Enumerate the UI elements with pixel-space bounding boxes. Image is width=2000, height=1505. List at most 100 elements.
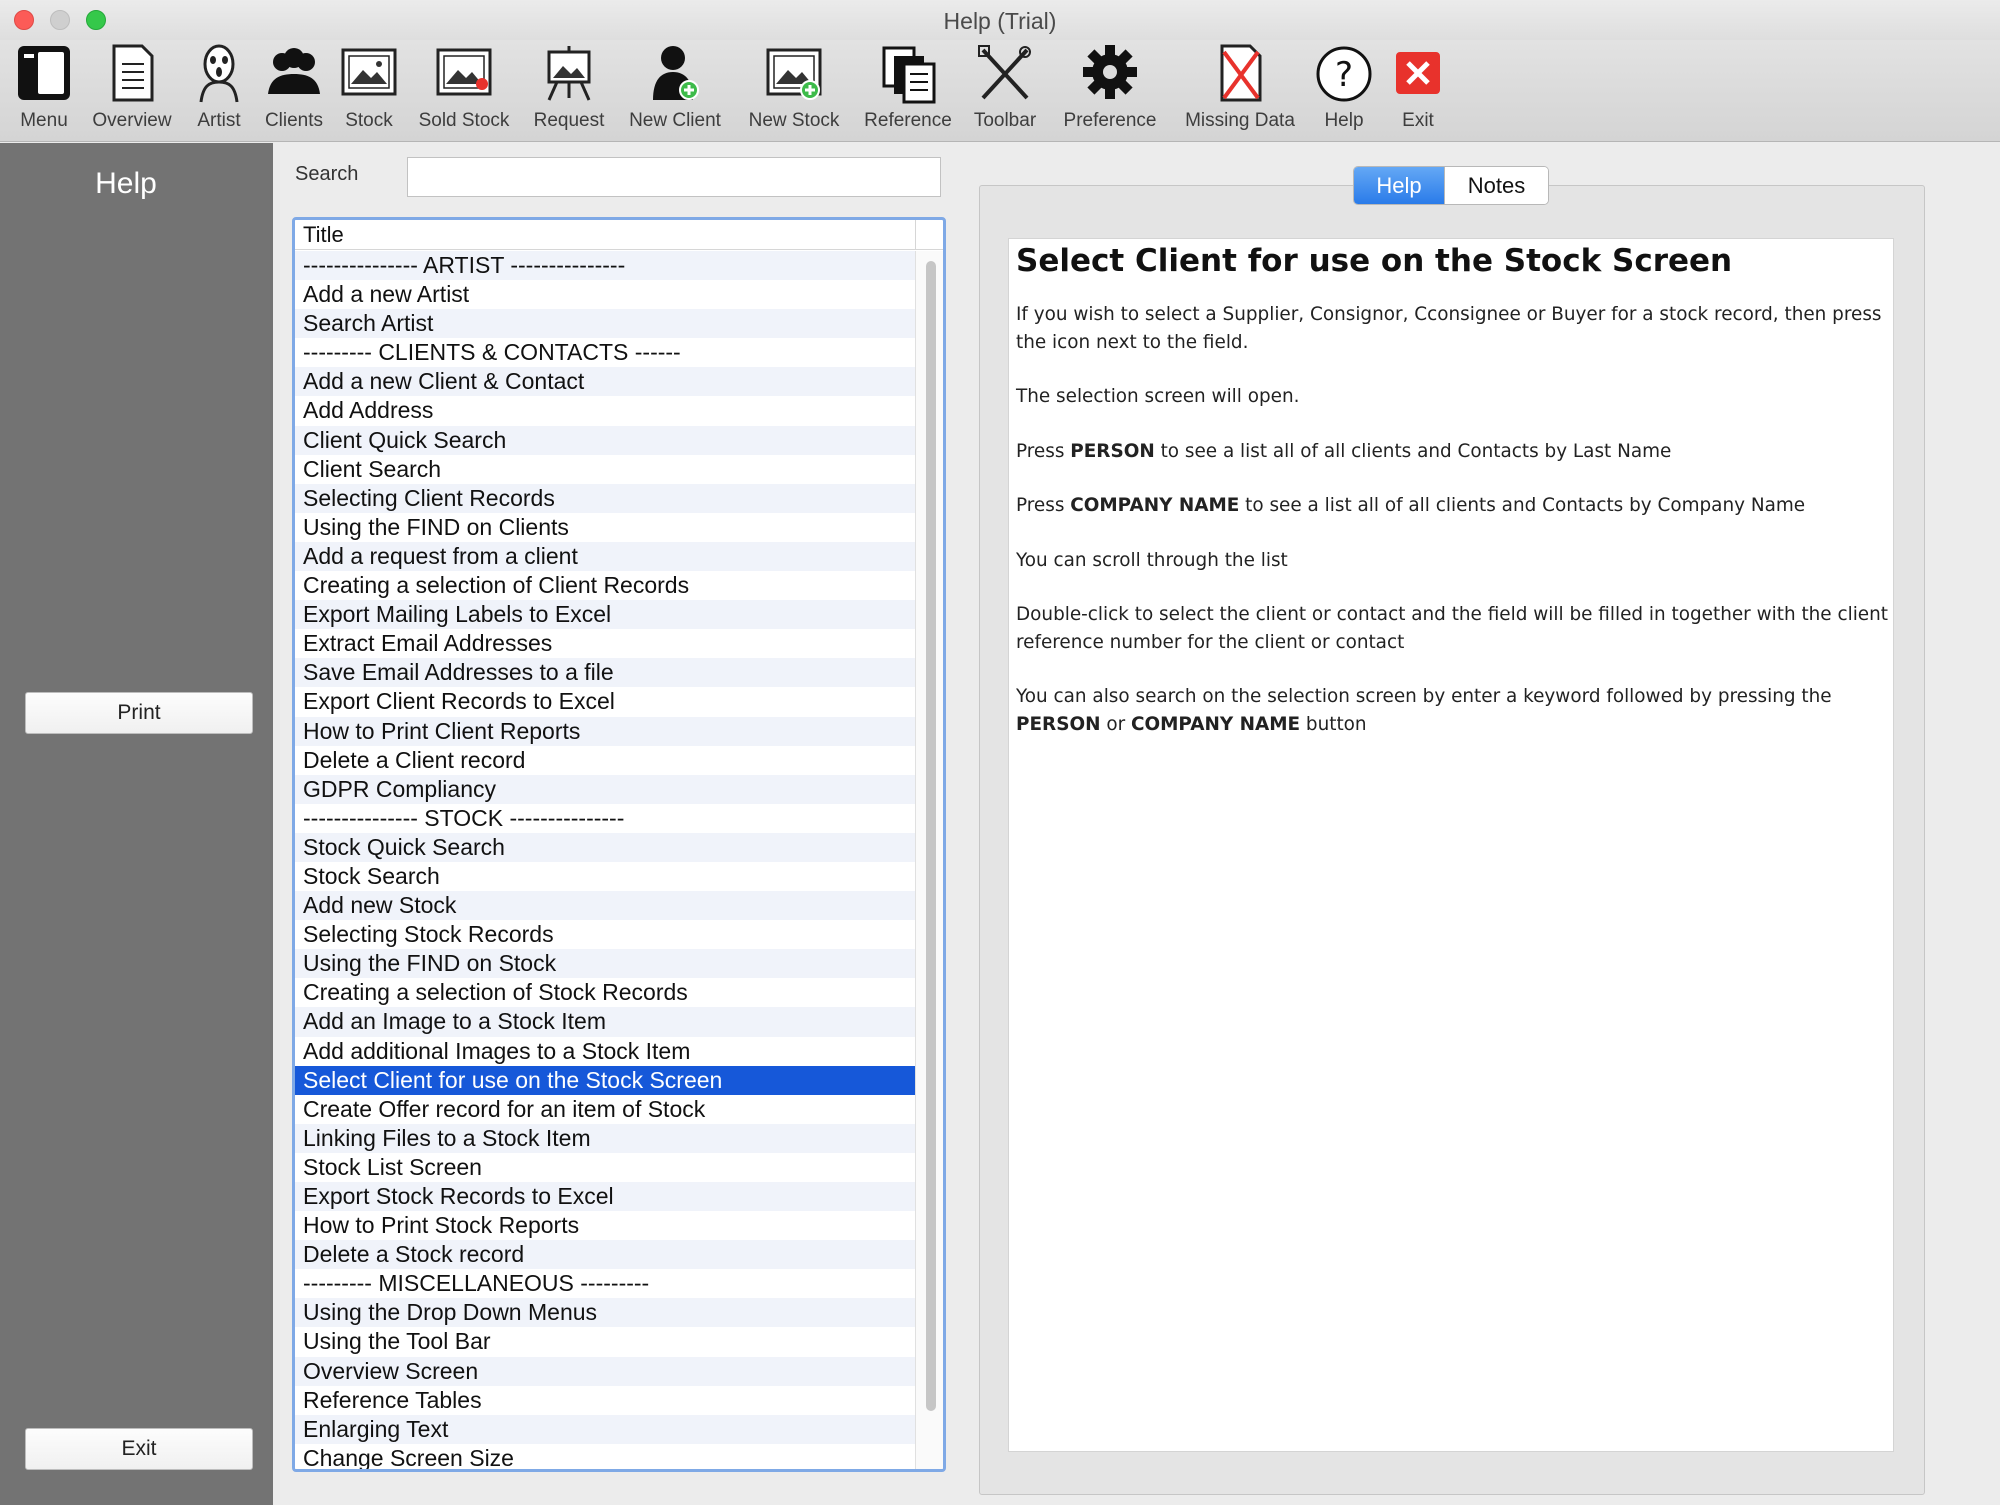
list-item[interactable]: Add additional Images to a Stock Item (295, 1036, 915, 1066)
document-icon (100, 42, 164, 104)
gear-icon (1078, 42, 1142, 104)
list-item[interactable]: Linking Files to a Stock Item (295, 1123, 915, 1153)
help-paragraph: Press PERSON to see a list all of all cl… (1016, 440, 1672, 462)
sidebar: Help Print Exit (0, 143, 273, 1505)
tools-icon (973, 42, 1037, 104)
help-paragraph: If you wish to select a Supplier, Consig… (1016, 304, 1882, 353)
toolbar-request-button[interactable]: Request (526, 42, 612, 138)
help-content-title: Select Client for use on the Stock Scree… (1016, 243, 1733, 279)
list-item[interactable]: --------- CLIENTS & CONTACTS ------ (295, 338, 915, 368)
list-item[interactable]: Selecting Client Records (295, 483, 915, 513)
toolbar-menu-button[interactable]: Menu (4, 42, 84, 138)
menu-icon (12, 42, 76, 104)
add-picture-icon (762, 42, 826, 104)
list-item[interactable]: Add an Image to a Stock Item (295, 1007, 915, 1037)
help-paragraph: The selection screen will open. (1016, 386, 1300, 407)
reference-icon (876, 42, 940, 104)
column-header-title[interactable]: Title (295, 220, 915, 250)
help-paragraph: Double-click to select the client or con… (1016, 604, 1888, 653)
list-item[interactable]: Client Search (295, 454, 915, 484)
list-item[interactable]: --------------- STOCK --------------- (295, 803, 915, 833)
list-item[interactable]: Using the Drop Down Menus (295, 1298, 915, 1328)
list-item[interactable]: Change Screen Size (295, 1443, 915, 1469)
list-item[interactable]: Delete a Client record (295, 745, 915, 775)
list-item[interactable]: How to Print Client Reports (295, 716, 915, 746)
list-item[interactable]: Add Address (295, 396, 915, 426)
help-content: Select Client for use on the Stock Scree… (1008, 238, 1894, 1452)
toolbar: Menu Overview Artist Clients Stock Sold … (0, 40, 2000, 142)
list-item[interactable]: --------------- ARTIST --------------- (295, 251, 915, 281)
list-item[interactable]: Reference Tables (295, 1385, 915, 1415)
help-topics-rows: --------------- ARTIST --------------- Ad… (295, 251, 915, 1469)
toolbar-help-button[interactable]: ? Help (1312, 42, 1376, 138)
list-item[interactable]: Add a new Client & Contact (295, 367, 915, 397)
list-item[interactable]: Select Client for use on the Stock Scree… (295, 1065, 915, 1095)
toolbar-reference-button[interactable]: Reference (858, 42, 958, 138)
toolbar-new-stock-button[interactable]: New Stock (738, 42, 850, 138)
toolbar-missing-data-button[interactable]: Missing Data (1176, 42, 1304, 138)
list-item[interactable]: Create Offer record for an item of Stock (295, 1094, 915, 1124)
search-input[interactable] (407, 157, 941, 197)
list-item[interactable]: Enlarging Text (295, 1414, 915, 1444)
toolbar-stock-button[interactable]: Stock (334, 42, 404, 138)
list-item[interactable]: Using the Tool Bar (295, 1327, 915, 1357)
list-item[interactable]: Creating a selection of Stock Records (295, 978, 915, 1008)
help-paragraph: You can also search on the selection scr… (1016, 686, 1832, 735)
list-item[interactable]: Extract Email Addresses (295, 629, 915, 659)
search-label: Search (295, 163, 359, 185)
list-scrollbar[interactable] (915, 251, 943, 1469)
list-item[interactable]: Using the FIND on Stock (295, 949, 915, 979)
easel-icon (537, 42, 601, 104)
svg-text:?: ? (1335, 55, 1353, 95)
list-item[interactable]: Stock Quick Search (295, 832, 915, 862)
list-item[interactable]: Creating a selection of Client Records (295, 571, 915, 601)
missing-data-icon (1208, 42, 1272, 104)
toolbar-sold-stock-button[interactable]: Sold Stock (410, 42, 518, 138)
list-item[interactable]: GDPR Compliancy (295, 774, 915, 804)
people-icon (262, 42, 326, 104)
question-icon: ? (1312, 42, 1376, 104)
toolbar-clients-button[interactable]: Clients (258, 42, 330, 138)
list-item[interactable]: Stock List Screen (295, 1152, 915, 1182)
tab-bar: Help Notes (1353, 166, 1549, 205)
list-item[interactable]: Export Client Records to Excel (295, 687, 915, 717)
add-person-icon (643, 42, 707, 104)
exit-button[interactable]: Exit (25, 1428, 253, 1470)
toolbar-preference-button[interactable]: Preference (1052, 42, 1168, 138)
list-item[interactable]: Search Artist (295, 309, 915, 339)
toolbar-exit-button[interactable]: Exit (1386, 42, 1450, 138)
title-bar: Help (Trial) (0, 0, 2000, 40)
tab-help[interactable]: Help (1354, 167, 1444, 204)
list-item[interactable]: --------- MISCELLANEOUS --------- (295, 1269, 915, 1299)
list-item[interactable]: Overview Screen (295, 1356, 915, 1386)
list-item[interactable]: Add new Stock (295, 891, 915, 921)
window-title: Help (Trial) (943, 8, 1057, 34)
list-item[interactable]: Export Stock Records to Excel (295, 1182, 915, 1212)
toolbar-new-client-button[interactable]: New Client (620, 42, 730, 138)
tab-notes[interactable]: Notes (1444, 167, 1548, 204)
toolbar-overview-button[interactable]: Overview (86, 42, 178, 138)
toolbar-toolbar-button[interactable]: Toolbar (966, 42, 1044, 138)
help-paragraph: Press COMPANY NAME to see a list all of … (1016, 495, 1806, 516)
list-item[interactable]: Add a new Artist (295, 280, 915, 310)
picture-icon (337, 42, 401, 104)
sold-picture-icon (432, 42, 496, 104)
list-item[interactable]: Add a request from a client (295, 541, 915, 572)
sidebar-title: Help (95, 167, 157, 200)
close-icon (1386, 42, 1450, 104)
list-item[interactable]: How to Print Stock Reports (295, 1211, 915, 1241)
list-item[interactable]: Save Email Addresses to a file (295, 658, 915, 688)
print-button[interactable]: Print (25, 692, 253, 734)
list-item[interactable]: Export Mailing Labels to Excel (295, 600, 915, 630)
list-item[interactable]: Client Quick Search (295, 425, 915, 455)
list-item[interactable]: Stock Search (295, 861, 915, 892)
toolbar-artist-button[interactable]: Artist (186, 42, 252, 138)
help-topics-list[interactable]: Title --------------- ARTIST -----------… (292, 217, 946, 1472)
column-header-filler (915, 220, 943, 250)
list-item[interactable]: Using the FIND on Clients (295, 512, 915, 542)
list-item[interactable]: Selecting Stock Records (295, 920, 915, 950)
scream-artist-icon (187, 42, 251, 104)
help-paragraph: You can scroll through the list (1016, 549, 1288, 571)
list-scrollbar-thumb[interactable] (926, 261, 936, 1411)
list-item[interactable]: Delete a Stock record (295, 1240, 915, 1270)
